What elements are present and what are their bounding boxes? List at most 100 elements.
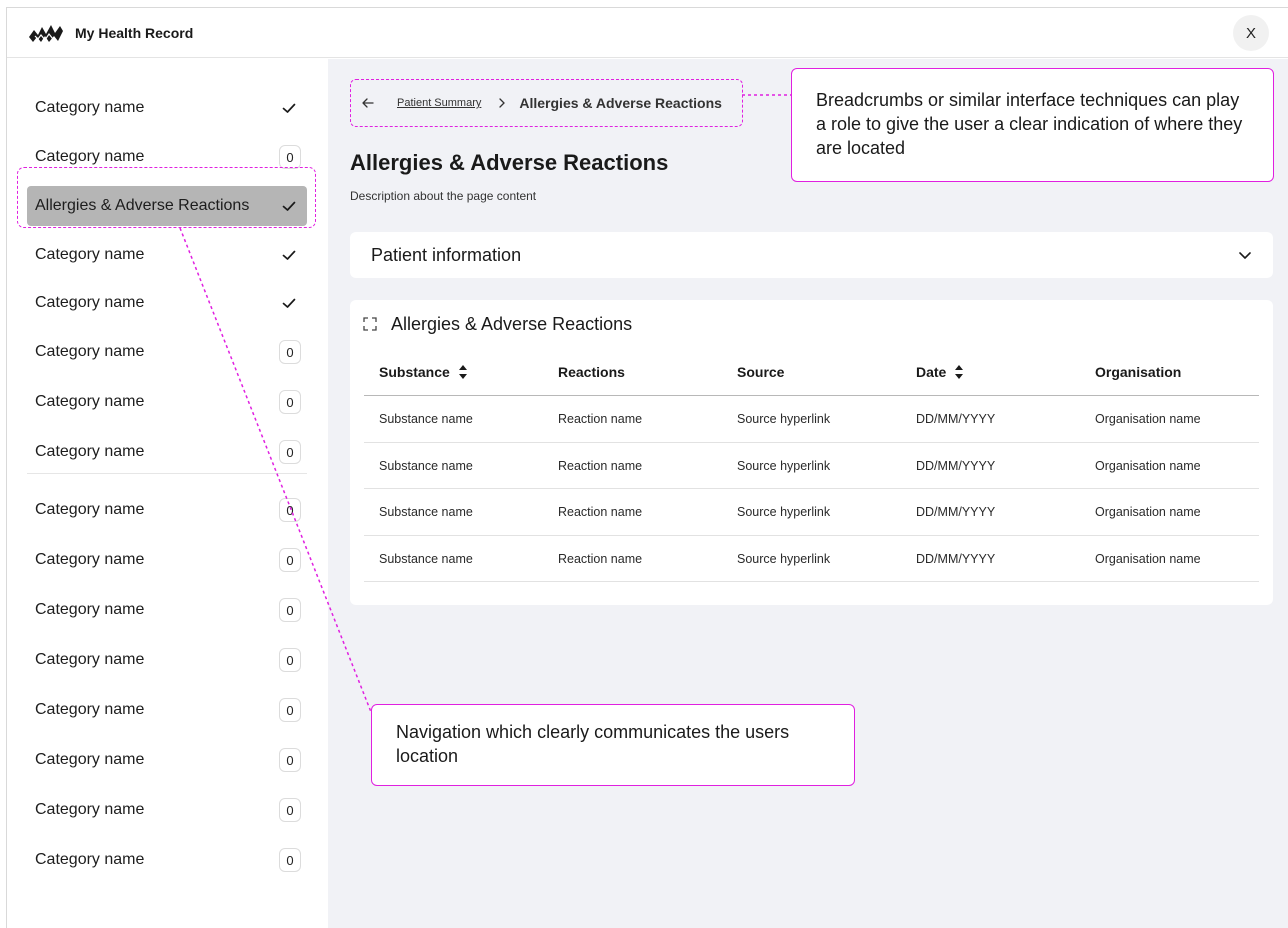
sidebar-item-label: Category name <box>35 294 145 311</box>
chevron-down-icon[interactable] <box>1237 247 1253 263</box>
count-badge: 0 <box>279 440 301 464</box>
count-badge: 0 <box>279 798 301 822</box>
sidebar-item-label: Category name <box>35 148 145 165</box>
sidebar-item-category[interactable]: Category name 0 <box>27 690 307 730</box>
column-header-organisation: Organisation <box>1095 364 1181 380</box>
sidebar-item-category[interactable]: Category name 0 <box>27 490 307 530</box>
sidebar-item-label: Category name <box>35 851 145 868</box>
expand-icon[interactable] <box>363 317 377 331</box>
organisation-cell: Organisation name <box>1095 458 1201 473</box>
breadcrumb: Patient Summary Allergies & Adverse Reac… <box>350 79 743 127</box>
logo-icon <box>29 25 63 42</box>
allergies-card: Allergies & Adverse Reactions Substance … <box>350 300 1273 605</box>
page-description: Description about the page content <box>350 189 537 203</box>
sidebar-item-category[interactable]: Category name 0 <box>27 640 307 680</box>
count-badge: 0 <box>279 340 301 364</box>
close-button[interactable]: X <box>1233 15 1269 51</box>
table-row: Substance name Reaction name Source hyperl… <box>364 396 1259 443</box>
count-badge: 0 <box>279 498 301 522</box>
sidebar-item-label: Category name <box>35 501 145 518</box>
sidebar-item-category[interactable]: Category name 0 <box>27 382 307 422</box>
column-header-label: Source <box>737 364 785 380</box>
column-header-reactions: Reactions <box>558 364 625 380</box>
count-badge: 0 <box>279 698 301 722</box>
organisation-cell: Organisation name <box>1095 551 1201 566</box>
sidebar-item-label: Category name <box>35 393 145 410</box>
allergies-card-title: Allergies & Adverse Reactions <box>391 314 633 334</box>
sidebar-item-category[interactable]: Category name <box>27 283 307 323</box>
date-cell: DD/MM/YYYY <box>916 505 996 519</box>
page-title: Allergies & Adverse Reactions <box>350 150 669 175</box>
sidebar-item-label: Category name <box>35 551 145 568</box>
sidebar-item-category[interactable]: Category name 0 <box>27 790 307 830</box>
patient-information-card[interactable]: Patient information <box>350 232 1273 278</box>
sidebar-item-label: Category name <box>35 246 145 263</box>
chevron-right-icon <box>499 98 506 108</box>
source-link[interactable]: Source hyperlink <box>737 505 830 519</box>
table-row: Substance name Reaction name Source hyperl… <box>364 489 1259 536</box>
organisation-cell: Organisation name <box>1095 412 1201 426</box>
date-cell: DD/MM/YYYY <box>916 551 996 566</box>
column-header-label: Organisation <box>1095 364 1182 380</box>
breadcrumb-current: Allergies & Adverse Reactions <box>519 95 722 111</box>
sidebar-item-label: Category name <box>35 801 145 818</box>
date-cell: DD/MM/YYYY <box>916 412 996 426</box>
count-badge: 0 <box>279 548 301 572</box>
main-content: Patient Summary Allergies & Adverse Reac… <box>328 59 1288 928</box>
column-header-source: Source <box>737 364 784 380</box>
count-badge: 0 <box>279 390 301 414</box>
column-header-label: Reactions <box>558 364 625 380</box>
substance-cell: Substance name <box>379 412 473 426</box>
sidebar-item-category[interactable]: Category name <box>27 235 307 275</box>
sidebar-item-category[interactable]: Category name 0 <box>27 740 307 780</box>
substance-cell: Substance name <box>379 505 473 519</box>
table-row: Substance name Reaction name Source hyperl… <box>364 443 1259 489</box>
checkmark-icon <box>282 250 296 260</box>
top-bar: My Health Record X <box>7 8 1288 58</box>
substance-cell: Substance name <box>379 551 473 566</box>
nav-divider <box>27 473 307 474</box>
substance-cell: Substance name <box>379 458 473 473</box>
count-badge: 0 <box>279 145 301 169</box>
count-badge: 0 <box>279 748 301 772</box>
allergies-table: Substance Reactions Source Date Organisa… <box>364 348 1259 582</box>
sidebar-item-category[interactable]: Category name 0 <box>27 840 307 880</box>
reaction-cell: Reaction name <box>558 551 643 566</box>
reaction-cell: Reaction name <box>558 458 643 473</box>
sort-icon[interactable] <box>954 364 964 380</box>
sidebar-item-category[interactable]: Category name 0 <box>27 432 307 472</box>
sidebar-item-label: Category name <box>35 443 145 460</box>
sidebar-item-category[interactable]: Category name 0 <box>27 540 307 580</box>
sidebar-item-category[interactable]: Category name <box>27 88 307 128</box>
column-header-label: Date <box>916 364 947 380</box>
organisation-cell: Organisation name <box>1095 505 1201 519</box>
date-cell: DD/MM/YYYY <box>916 458 996 473</box>
sidebar-item-label: Category name <box>35 651 145 668</box>
sidebar-item-category[interactable]: Category name 0 <box>27 590 307 630</box>
breadcrumb-link-patient-summary[interactable]: Patient Summary <box>397 97 481 109</box>
navigation-annotation: Navigation which clearly communicates th… <box>371 704 855 786</box>
count-badge: 0 <box>279 598 301 622</box>
sort-icon[interactable] <box>458 364 468 380</box>
back-arrow-icon[interactable] <box>361 96 375 110</box>
sidebar-item-label: Category name <box>35 601 145 618</box>
sidebar-item-label: Category name <box>35 751 145 768</box>
nav-highlight-annotation <box>17 167 316 228</box>
column-header-substance[interactable]: Substance <box>379 364 468 380</box>
column-header-label: Substance <box>379 364 450 380</box>
table-header: Substance Reactions Source Date Organisa… <box>364 348 1259 396</box>
count-badge: 0 <box>279 648 301 672</box>
app-title: My Health Record <box>75 25 194 41</box>
column-header-date[interactable]: Date <box>916 364 964 380</box>
source-link[interactable]: Source hyperlink <box>737 412 830 426</box>
checkmark-icon <box>282 298 296 308</box>
breadcrumb-annotation: Breadcrumbs or similar interface techniq… <box>791 68 1274 182</box>
checkmark-icon <box>282 103 296 113</box>
source-link[interactable]: Source hyperlink <box>737 459 830 473</box>
table-row: Substance name Reaction name Source hyperl… <box>364 536 1259 582</box>
sidebar-item-label: Category name <box>35 99 145 116</box>
sidebar-item-label: Category name <box>35 701 145 718</box>
source-link[interactable]: Source hyperlink <box>737 552 830 566</box>
count-badge: 0 <box>279 848 301 872</box>
sidebar-item-category[interactable]: Category name 0 <box>27 332 307 372</box>
